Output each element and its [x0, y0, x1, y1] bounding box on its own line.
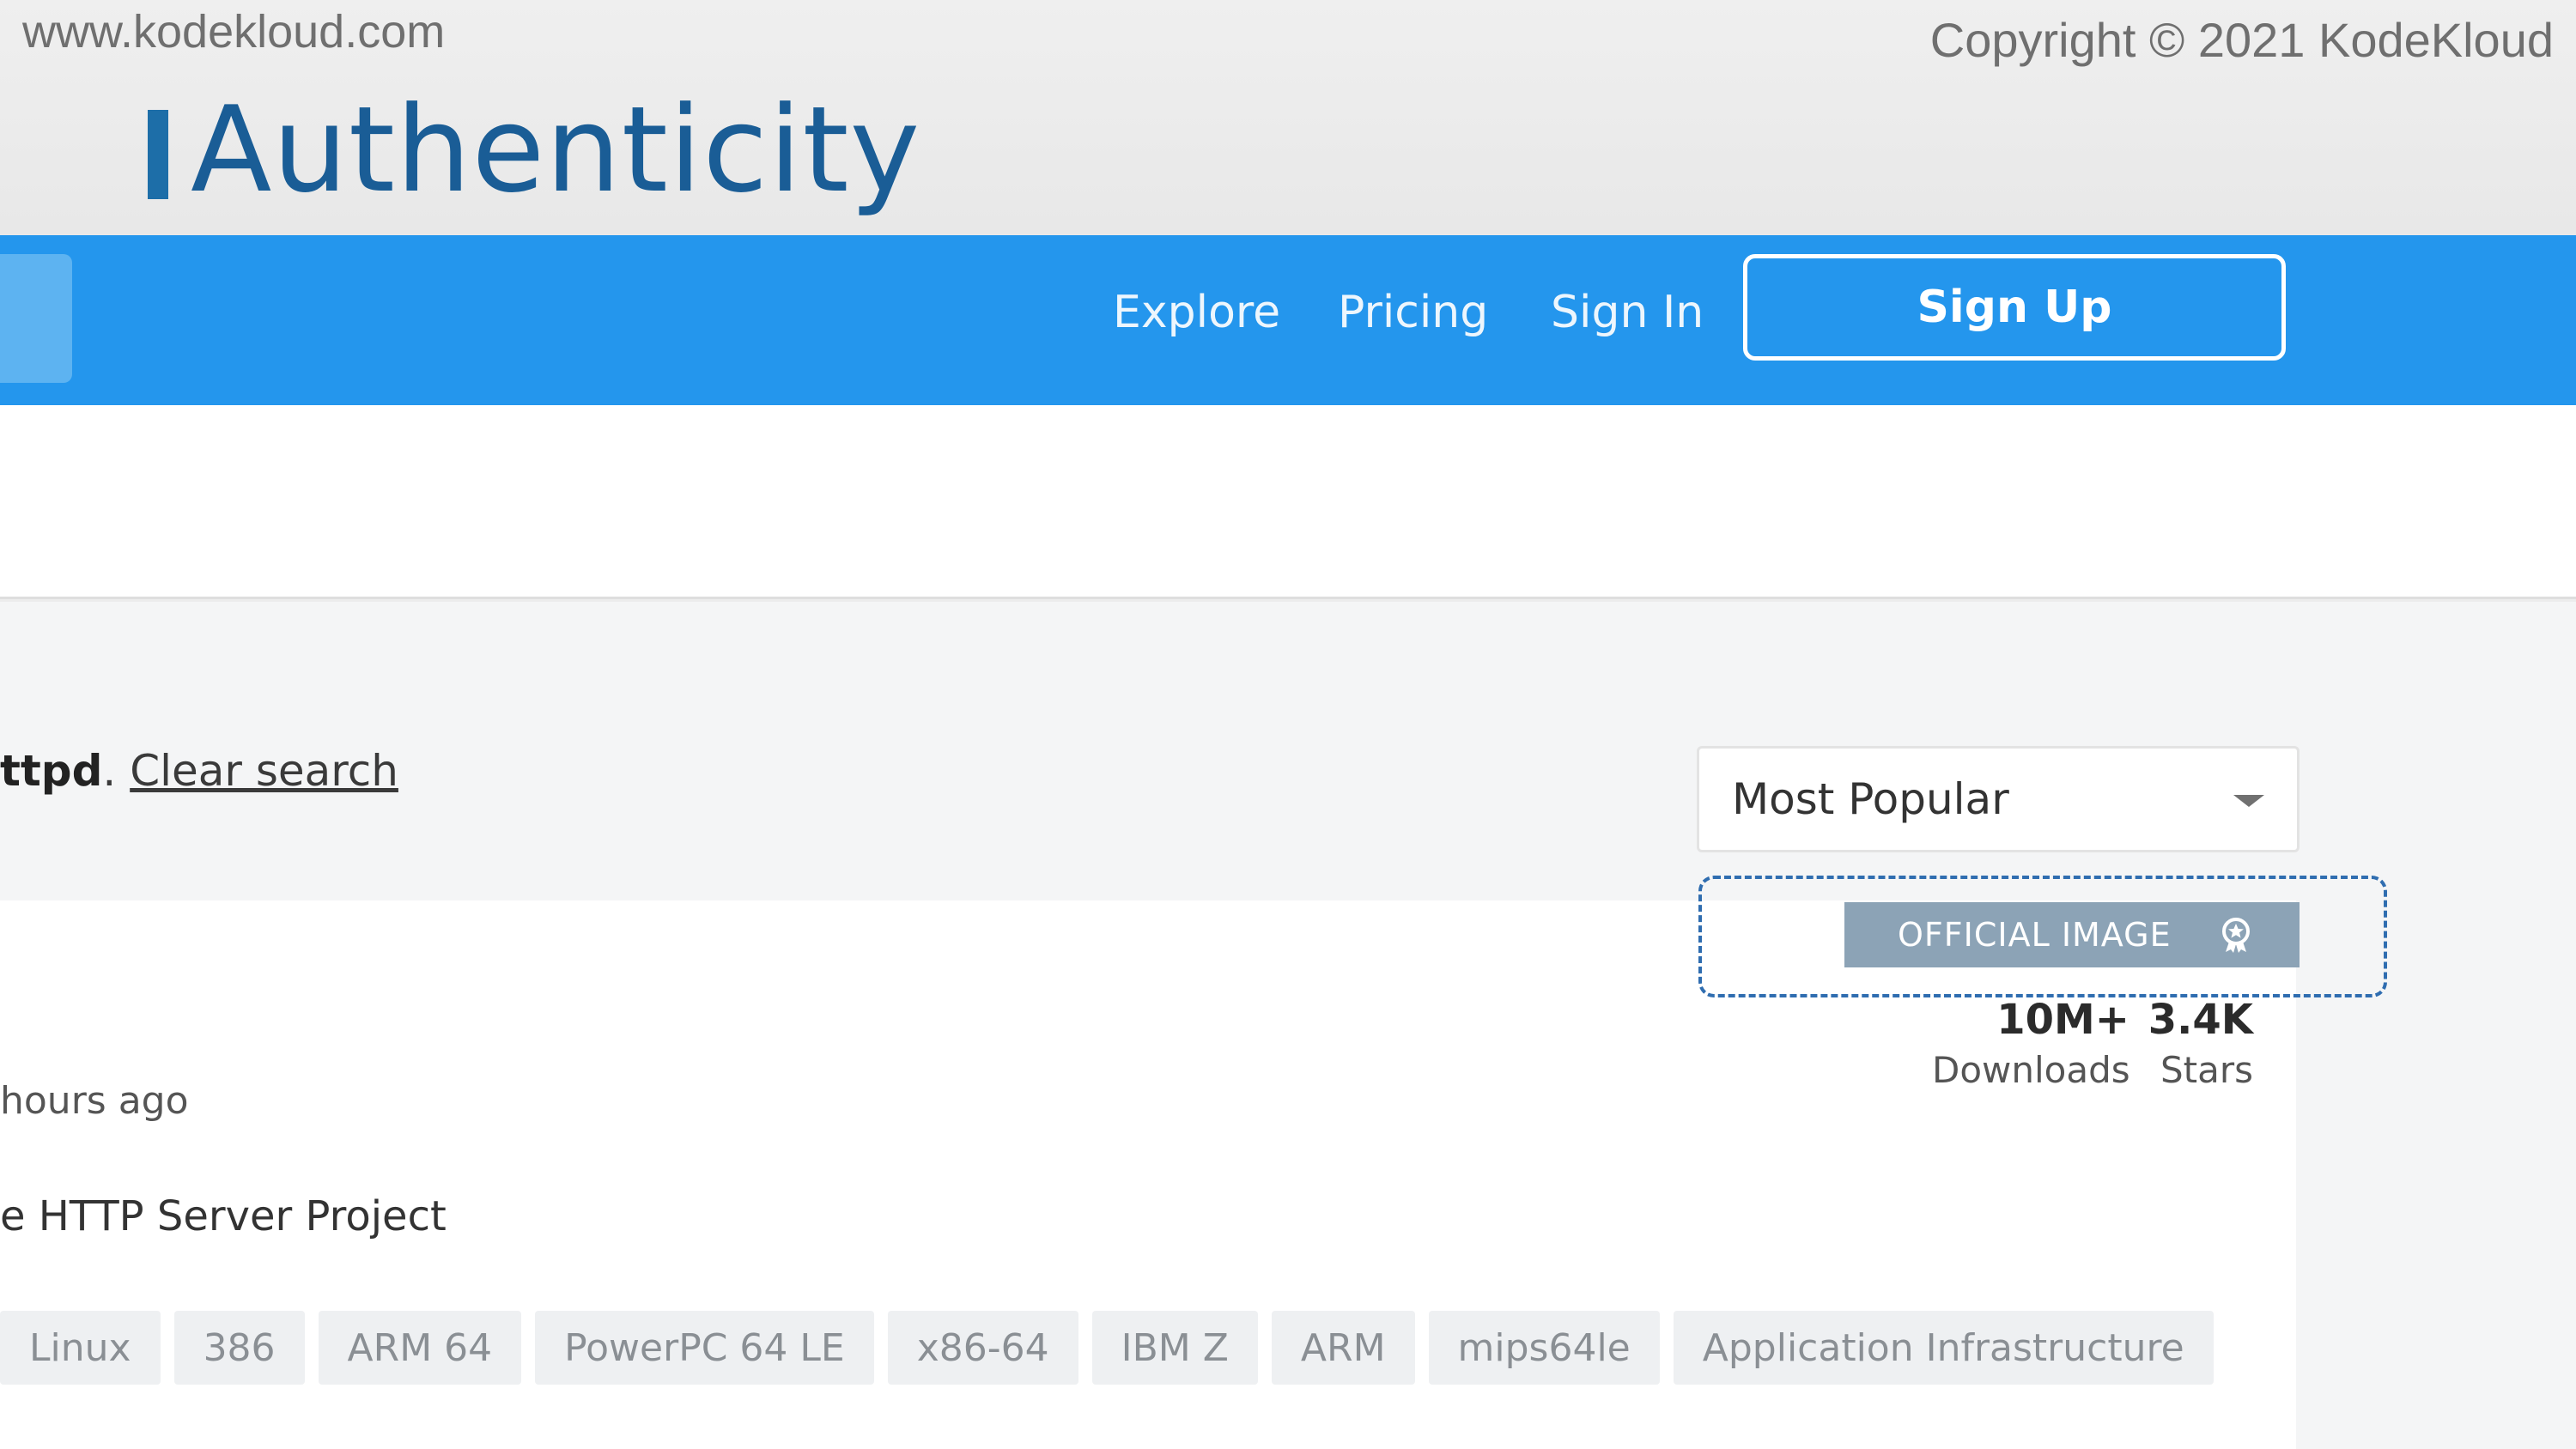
site-url: www.kodekloud.com: [22, 6, 446, 58]
downloads-stat: 10M+ Downloads: [1932, 996, 2130, 1091]
chevron-down-icon: [2233, 795, 2264, 807]
sort-selected-value: Most Popular: [1732, 774, 2009, 824]
nav-link-sign-in[interactable]: Sign In: [1551, 287, 1704, 338]
sign-up-button[interactable]: Sign Up: [1743, 254, 2286, 361]
official-image-badge: OFFICIAL IMAGE: [1844, 902, 2300, 967]
stars-label: Stars: [2160, 1049, 2253, 1091]
filter-strip: [0, 405, 2576, 599]
nav-search-box[interactable]: [0, 254, 72, 383]
tag-ibm-z[interactable]: IBM Z: [1091, 1311, 1258, 1385]
tag-powerpc64le[interactable]: PowerPC 64 LE: [535, 1311, 874, 1385]
stars-stat: 3.4K Stars: [2147, 996, 2253, 1091]
results-header: ttpd. Clear search Most Popular: [0, 602, 2576, 900]
top-navbar: Explore Pricing Sign In Sign Up: [0, 235, 2576, 405]
stars-count: 3.4K: [2148, 996, 2253, 1044]
copyright-notice: Copyright © 2021 KodeKloud: [1929, 13, 2554, 67]
official-image-label: OFFICIAL IMAGE: [1898, 916, 2172, 954]
tag-386[interactable]: 386: [173, 1311, 305, 1385]
slide-title: Authenticity: [191, 81, 921, 219]
nav-link-explore[interactable]: Explore: [1113, 287, 1280, 338]
clear-search-link[interactable]: Clear search: [130, 746, 398, 796]
downloads-count: 10M+: [1996, 996, 2129, 1044]
award-icon: [2222, 918, 2250, 953]
tag-x86-64[interactable]: x86-64: [887, 1311, 1078, 1385]
tag-list: Linux 386 ARM 64 PowerPC 64 LE x86-64 IB…: [0, 1311, 2214, 1385]
sort-dropdown[interactable]: Most Popular: [1697, 746, 2300, 852]
search-summary: ttpd. Clear search: [0, 746, 398, 796]
tag-linux[interactable]: Linux: [0, 1311, 161, 1385]
tag-arm64[interactable]: ARM 64: [318, 1311, 522, 1385]
tag-mips64le[interactable]: mips64le: [1428, 1311, 1660, 1385]
nav-link-pricing[interactable]: Pricing: [1338, 287, 1488, 338]
search-query: ttpd: [0, 746, 103, 796]
updated-time: hours ago: [0, 1079, 189, 1123]
tag-application-infrastructure[interactable]: Application Infrastructure: [1673, 1311, 2214, 1385]
title-accent-bar: [148, 110, 168, 199]
slide-header: www.kodekloud.com Copyright © 2021 KodeK…: [0, 0, 2576, 235]
image-description: e HTTP Server Project: [0, 1192, 447, 1240]
downloads-label: Downloads: [1932, 1049, 2130, 1091]
tag-arm[interactable]: ARM: [1271, 1311, 1415, 1385]
